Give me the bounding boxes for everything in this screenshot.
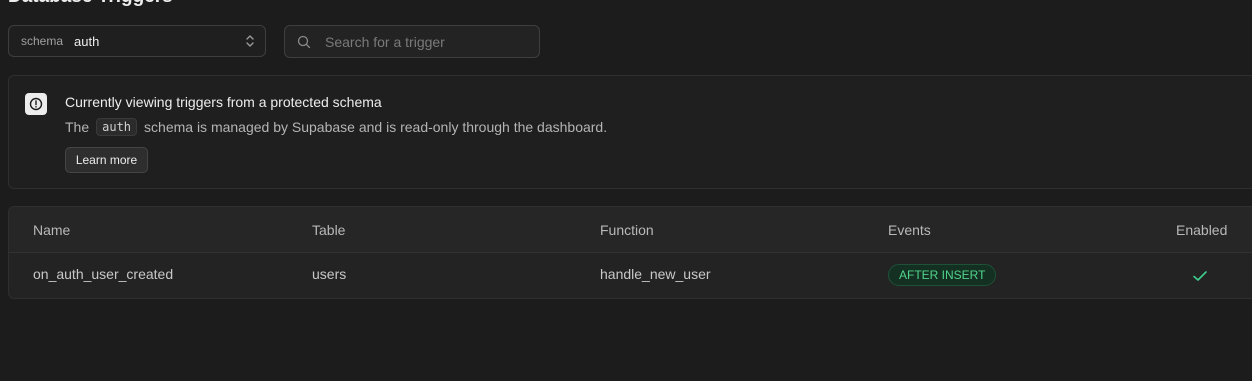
table-row[interactable]: on_auth_user_created users handle_new_us… bbox=[9, 253, 1252, 298]
alert-desc-after: schema is managed by Supabase and is rea… bbox=[144, 119, 608, 135]
triggers-table: Name Table Function Events Enabled on_au… bbox=[8, 206, 1252, 299]
schema-select-label: schema bbox=[21, 34, 64, 48]
schema-select-value: auth bbox=[74, 33, 100, 49]
trigger-table: users bbox=[312, 266, 347, 282]
protected-schema-alert: Currently viewing triggers from a protec… bbox=[8, 75, 1252, 189]
search-icon bbox=[297, 35, 311, 49]
alert-desc-code: auth bbox=[96, 118, 138, 136]
table-header: Name Table Function Events Enabled bbox=[9, 207, 1252, 253]
column-header-enabled: Enabled bbox=[1176, 222, 1228, 238]
learn-more-button[interactable]: Learn more bbox=[65, 147, 148, 173]
events-badge: AFTER INSERT bbox=[888, 264, 997, 286]
page-title: Database Triggers bbox=[8, 0, 173, 8]
schema-select[interactable]: schema auth bbox=[8, 25, 266, 57]
column-header-function: Function bbox=[600, 222, 654, 238]
chevron-up-down-icon bbox=[245, 34, 255, 48]
column-header-events: Events bbox=[888, 222, 931, 238]
alert-description: The auth schema is managed by Supabase a… bbox=[65, 118, 607, 136]
search-box[interactable] bbox=[284, 25, 540, 58]
alert-title: Currently viewing triggers from a protec… bbox=[65, 94, 382, 110]
trigger-name: on_auth_user_created bbox=[33, 266, 174, 282]
trigger-function: handle_new_user bbox=[600, 266, 711, 282]
alert-circle-icon bbox=[25, 93, 47, 115]
column-header-table: Table bbox=[312, 222, 346, 238]
column-header-name: Name bbox=[33, 222, 71, 238]
enabled-check-icon bbox=[1192, 269, 1208, 283]
search-input[interactable] bbox=[325, 33, 529, 50]
alert-desc-before: The bbox=[65, 119, 90, 135]
